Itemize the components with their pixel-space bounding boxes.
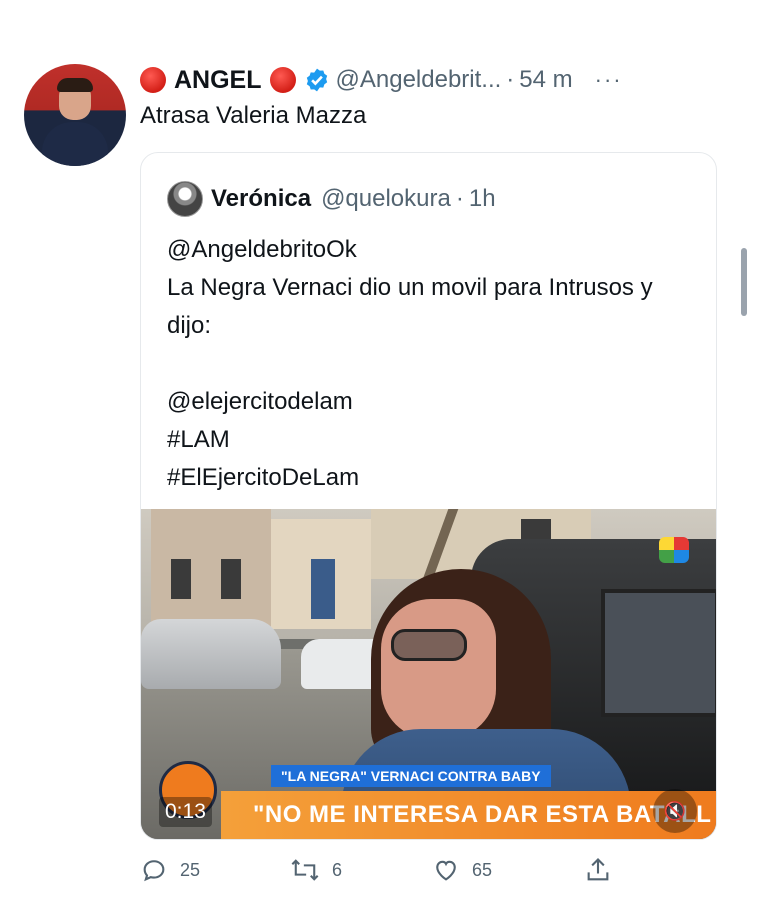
like-count: 65 bbox=[472, 859, 493, 880]
quoted-avatar bbox=[167, 181, 203, 217]
quoted-author-handle: @quelokura bbox=[321, 185, 451, 212]
mute-icon[interactable]: 🔇 bbox=[653, 789, 697, 833]
retweet-icon bbox=[291, 859, 319, 881]
separator-dot: · bbox=[506, 66, 515, 93]
lower-third-title: "LA NEGRA" VERNACI CONTRA BABY bbox=[271, 765, 551, 787]
like-button[interactable]: 65 bbox=[432, 856, 492, 884]
quoted-time: 1h bbox=[468, 185, 496, 212]
tweet-time[interactable]: 54 m bbox=[519, 66, 572, 94]
share-icon bbox=[587, 858, 609, 881]
avatar-shirt bbox=[42, 122, 108, 166]
scrollbar-thumb[interactable] bbox=[741, 248, 747, 316]
video-person-face bbox=[381, 599, 496, 739]
share-button[interactable] bbox=[584, 856, 624, 884]
quoted-text: @AngeldebritoOk La Negra Vernaci dio un … bbox=[167, 236, 653, 491]
video-person-sunglasses bbox=[391, 629, 467, 661]
heart-icon bbox=[436, 860, 456, 881]
more-options-icon[interactable]: ··· bbox=[595, 67, 623, 93]
reply-icon bbox=[143, 860, 165, 882]
reply-button[interactable]: 25 bbox=[140, 856, 200, 884]
author-avatar[interactable] bbox=[24, 64, 126, 166]
reply-count: 25 bbox=[180, 859, 201, 880]
video-duration: 0:13 bbox=[159, 797, 212, 827]
quoted-tweet[interactable]: Verónica @quelokura · 1h @AngeldebritoOk… bbox=[140, 152, 717, 840]
retweet-button[interactable]: 6 bbox=[290, 856, 342, 884]
video-car bbox=[141, 619, 281, 689]
tweet-actions: 25 6 65 bbox=[140, 850, 624, 890]
avatar-hair bbox=[57, 78, 93, 92]
video-van-window bbox=[601, 589, 716, 717]
tv-channel-logo-icon bbox=[659, 537, 689, 563]
author-handle[interactable]: @Angeldebrit... bbox=[336, 66, 502, 94]
separator-dot: · bbox=[455, 185, 464, 212]
red-circle-emoji-icon bbox=[140, 67, 166, 93]
author-name[interactable]: ANGEL bbox=[174, 66, 262, 95]
tweet-text: Atrasa Valeria Mazza bbox=[140, 102, 367, 129]
verified-badge-icon bbox=[306, 68, 327, 92]
video-player[interactable]: "LA NEGRA" VERNACI CONTRA BABY "NO ME IN… bbox=[141, 509, 716, 839]
quoted-author-name: Verónica bbox=[211, 185, 312, 212]
lower-third-headline: "NO ME INTERESA DAR ESTA BATALL bbox=[253, 801, 712, 828]
quoted-header: Verónica @quelokura · 1h bbox=[167, 181, 496, 217]
retweet-count: 6 bbox=[332, 859, 343, 880]
red-circle-emoji-icon bbox=[269, 67, 296, 93]
tweet-header: ANGEL @Angeldebrit... · 54 m ··· bbox=[140, 62, 623, 98]
